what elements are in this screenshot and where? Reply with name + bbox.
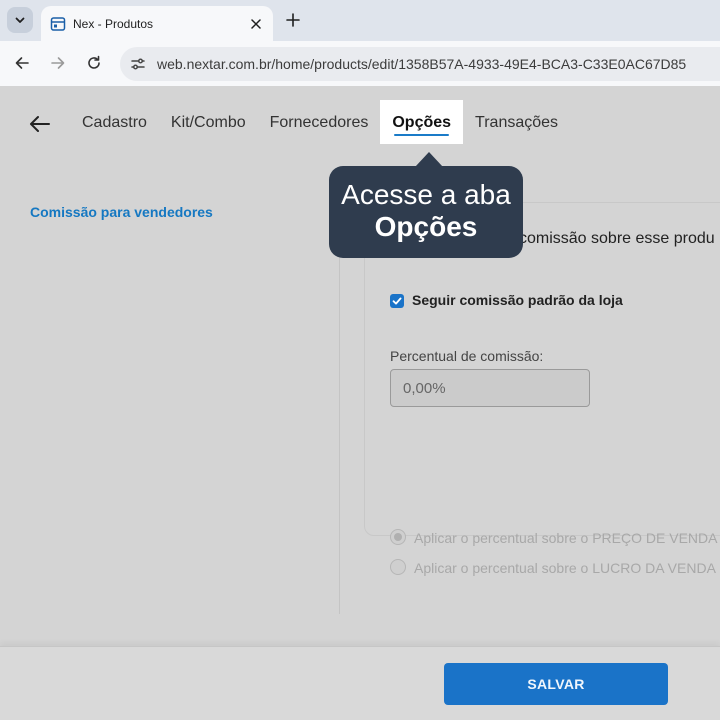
chevron-down-icon [15,17,25,23]
tab-fornecedores[interactable]: Fornecedores [258,100,381,144]
commission-percent-input[interactable]: 0,00% [390,369,590,407]
tab-cadastro[interactable]: Cadastro [70,100,159,144]
tab-opcoes[interactable]: Opções [380,100,464,144]
footer-bar: SALVAR [0,646,720,720]
save-button[interactable]: SALVAR [444,663,668,705]
reload-icon[interactable] [82,51,106,75]
browser-toolbar: web.nextar.com.br/home/products/edit/135… [0,41,720,86]
radio-sale-price[interactable] [390,529,406,545]
radio-selected-dot [394,533,402,541]
active-tab-indicator [394,134,450,136]
tab-kit-combo[interactable]: Kit/Combo [159,100,258,144]
radio-sale-profit-label[interactable]: Aplicar o percentual sobre o LUCRO DA VE… [414,560,716,576]
tab-title: Nex - Produtos [73,16,154,31]
sidebar-item-comissao[interactable]: Comissão para vendedores [30,204,213,220]
tab-search-button[interactable] [7,7,33,33]
commission-percent-value: 0,00% [403,379,446,397]
checkmark-icon [392,297,402,305]
address-bar[interactable]: web.nextar.com.br/home/products/edit/135… [120,47,720,81]
back-arrow-icon[interactable] [28,112,52,136]
follow-default-commission-checkbox[interactable] [390,294,404,308]
tutorial-callout: Acesse a aba Opções [329,166,523,258]
tab-opcoes-label: Opções [392,114,452,131]
callout-arrow [415,152,443,167]
card-heading: comissão sobre esse produ [519,230,715,247]
commission-percent-label: Percentual de comissão: [390,348,544,364]
forward-arrow-icon[interactable] [46,51,70,75]
site-info-icon[interactable] [125,51,151,77]
callout-line2: Opções [374,211,478,242]
callout-line1: Acesse a aba [341,179,511,210]
back-arrow-icon[interactable] [10,51,34,75]
follow-default-commission-label[interactable]: Seguir comissão padrão da loja [412,292,623,308]
radio-sale-profit[interactable] [390,559,406,575]
store-favicon-icon [50,16,66,32]
browser-tab[interactable]: Nex - Produtos [41,6,273,41]
tab-transacoes[interactable]: Transações [463,100,570,144]
new-tab-plus-icon[interactable] [281,8,305,32]
browser-tab-strip: Nex - Produtos [0,0,720,41]
close-tab-icon[interactable] [245,13,267,35]
url-text: web.nextar.com.br/home/products/edit/135… [157,56,687,72]
product-tabs: Cadastro Kit/Combo Fornecedores Opções T… [70,100,570,144]
radio-sale-price-label[interactable]: Aplicar o percentual sobre o PREÇO DE VE… [414,530,717,546]
